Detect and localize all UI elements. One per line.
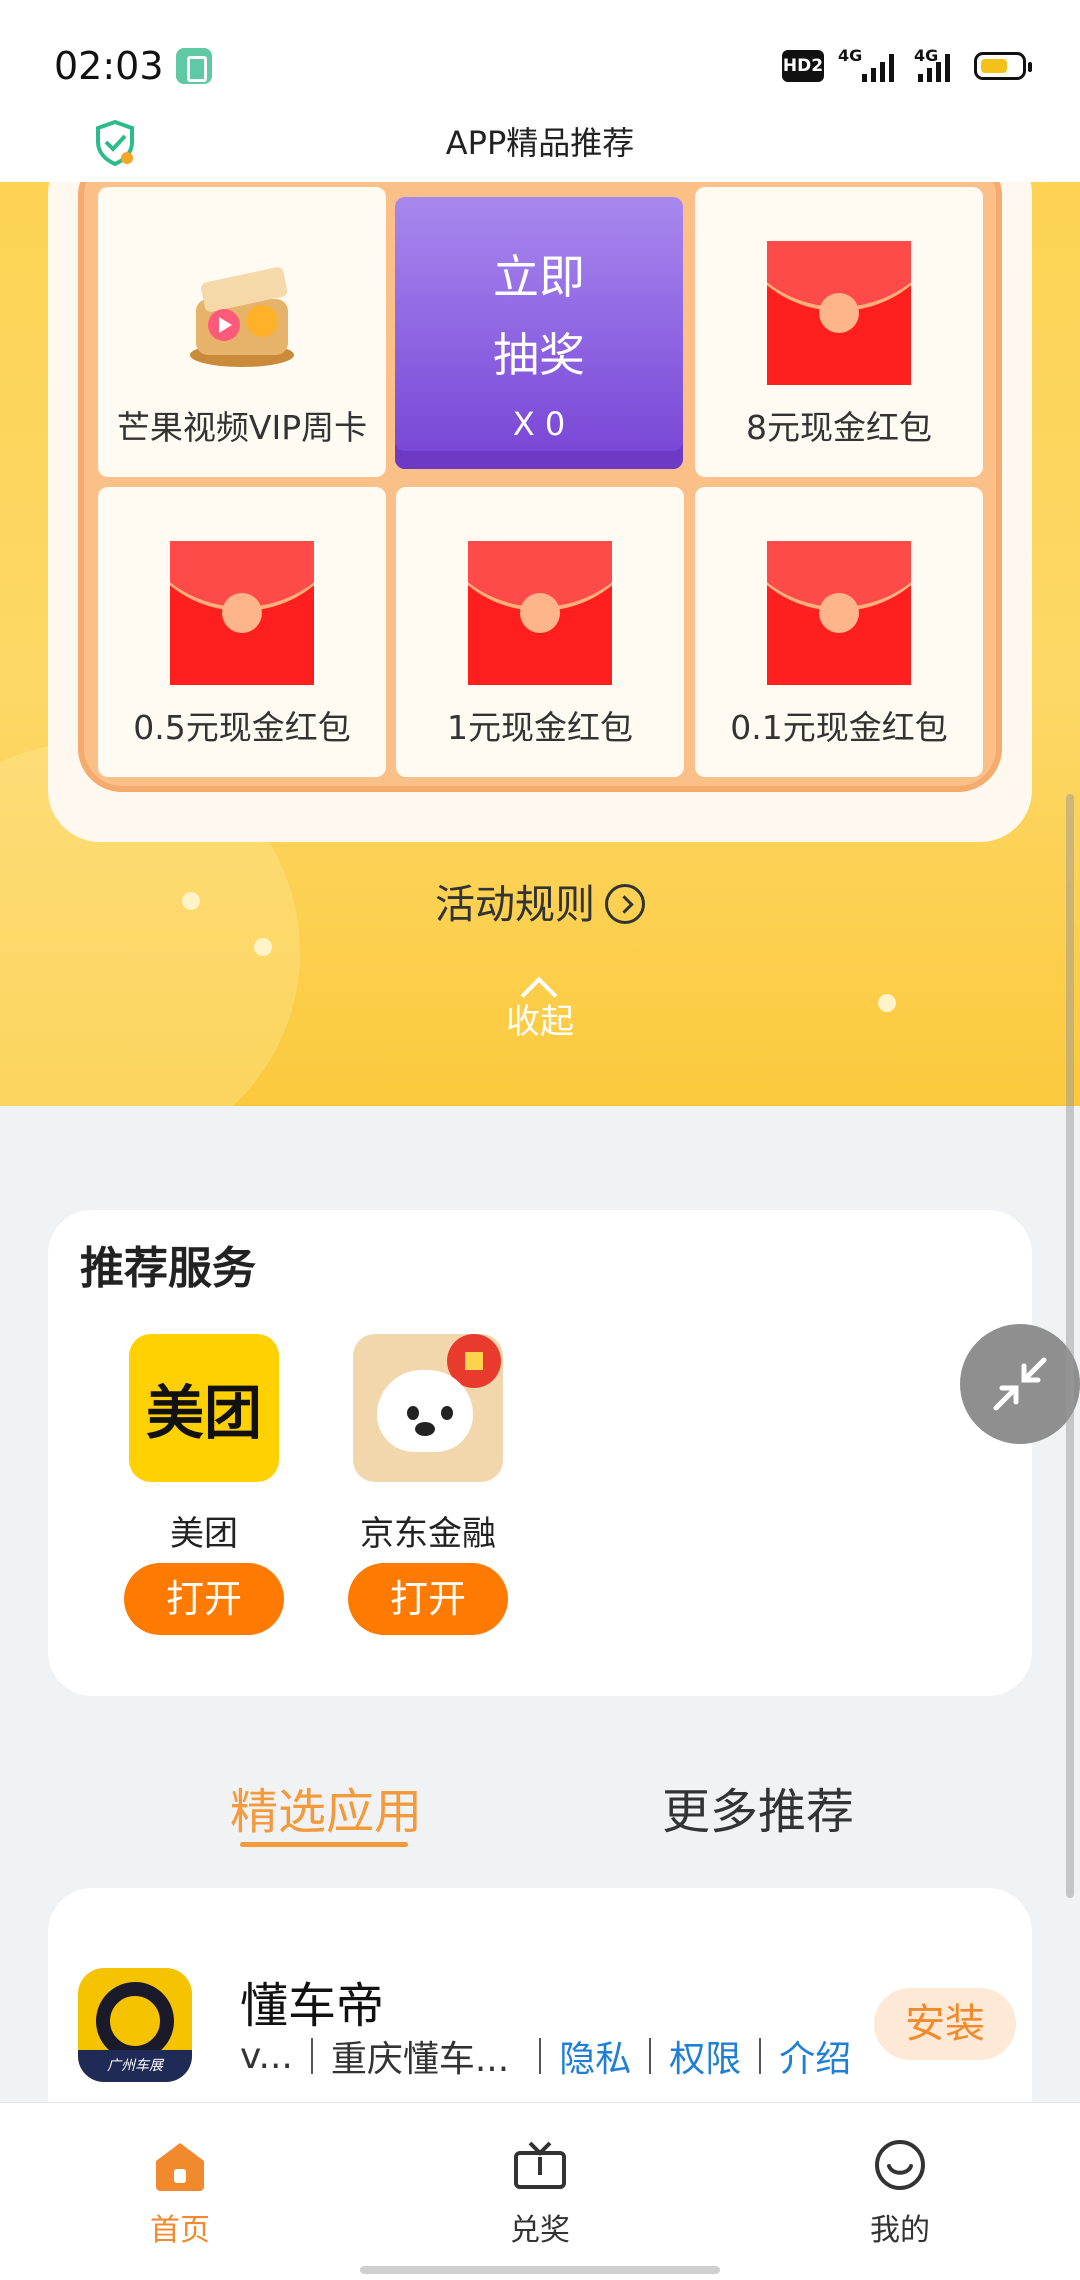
prize-cell-8yuan: 8元现金红包 <box>695 187 983 477</box>
scrollbar[interactable] <box>1066 794 1074 1898</box>
dongchedi-app-icon: 广州车展 <box>78 1968 192 2082</box>
chevron-right-circle-icon <box>605 884 645 924</box>
prize-cell-mango-vip: 芒果视频VIP周卡 <box>98 187 386 477</box>
nav-home[interactable]: 首页 <box>120 2139 240 2249</box>
meituan-app-icon[interactable]: 美团 <box>129 1334 279 1482</box>
app-developer: 重庆懂车... <box>330 2039 510 2080</box>
page-title: APP精品推荐 <box>445 124 635 162</box>
jd-finance-app-icon[interactable] <box>353 1334 503 1482</box>
floating-minimize-button[interactable] <box>960 1324 1080 1444</box>
prize-label: 1元现金红包 <box>447 708 633 747</box>
install-button[interactable]: 安装 <box>874 1988 1016 2060</box>
lottery-section: 芒果视频VIP周卡 立即 抽奖 X 0 8元现金红包 0.5元现金红包 1元现金… <box>0 182 1080 1106</box>
red-packet-icon <box>767 241 911 385</box>
services-title: 推荐服务 <box>80 1243 256 1294</box>
nav-mine-label: 我的 <box>870 2213 930 2248</box>
prize-label: 0.5元现金红包 <box>133 708 351 747</box>
tv-gift-icon <box>514 2141 566 2189</box>
service-meituan: 美团 美团 打开 <box>124 1334 284 1635</box>
red-packet-icon <box>170 541 314 685</box>
activity-rules-label: 活动规则 <box>435 882 595 928</box>
permissions-link[interactable]: 权限 <box>669 2030 741 2082</box>
tab-more-recommendations[interactable]: 更多推荐 <box>662 1772 854 1842</box>
prize-cell-0-5yuan: 0.5元现金红包 <box>98 487 386 777</box>
nav-redeem-label: 兑奖 <box>510 2213 570 2248</box>
intro-link[interactable]: 介绍 <box>779 2030 851 2082</box>
red-packet-icon <box>767 541 911 685</box>
activity-rules-link[interactable]: 活动规则 <box>0 872 1080 930</box>
draw-label-line2: 抽奖 <box>493 328 585 382</box>
nav-redeem[interactable]: 兑奖 <box>480 2139 600 2249</box>
decor-dot <box>254 938 272 956</box>
draw-label-line1: 立即 <box>493 250 585 304</box>
prize-label: 8元现金红包 <box>746 408 932 447</box>
service-name: 京东金融 <box>360 1514 496 1554</box>
privacy-link[interactable]: 隐私 <box>559 2030 631 2082</box>
notification-app-icon <box>176 48 212 84</box>
prize-cell-1yuan: 1元现金红包 <box>396 487 684 777</box>
nav-home-label: 首页 <box>150 2213 210 2248</box>
gesture-home-bar[interactable] <box>360 2266 720 2274</box>
smiley-profile-icon <box>875 2140 925 2190</box>
tab-active-indicator <box>240 1842 408 1847</box>
minimize-arrows-icon <box>993 1357 1047 1411</box>
app-name: 懂车帝 <box>240 1978 385 2034</box>
collapse-button[interactable]: 收起 <box>0 994 1080 1043</box>
service-jd-finance: 京东金融 打开 <box>348 1334 508 1635</box>
signal-label-1: 4G <box>838 46 863 65</box>
open-meituan-button[interactable]: 打开 <box>124 1563 284 1635</box>
status-bar: 02:03 HD2 4G 4G <box>0 0 1080 110</box>
red-packet-icon <box>468 541 612 685</box>
app-version: v... <box>240 2035 293 2077</box>
open-jd-finance-button[interactable]: 打开 <box>348 1563 508 1635</box>
status-time: 02:03 <box>54 44 164 88</box>
signal-bars-2-icon <box>918 54 950 82</box>
prize-cell-0-1yuan: 0.1元现金红包 <box>695 487 983 777</box>
hd-badge: HD2 <box>782 50 824 82</box>
signal-bars-1-icon <box>862 54 894 82</box>
app-list-item[interactable]: 广州车展 懂车帝 v... 重庆懂车... 隐私 权限 介绍 安装 <box>48 1888 1032 2108</box>
app-meta-row: v... 重庆懂车... 隐私 权限 介绍 <box>240 2030 851 2082</box>
mango-vip-ticket-icon <box>190 267 294 367</box>
bottom-nav: 首页 兑奖 我的 <box>0 2102 1080 2280</box>
service-name: 美团 <box>170 1514 238 1554</box>
recommended-services-card: 推荐服务 美团 美团 打开 京东金融 打开 <box>48 1210 1032 1696</box>
nav-mine[interactable]: 我的 <box>840 2139 960 2249</box>
draw-button[interactable]: 立即 抽奖 X 0 <box>395 197 683 469</box>
draw-count: X 0 <box>512 405 566 443</box>
battery-icon <box>974 52 1032 80</box>
prize-label: 芒果视频VIP周卡 <box>116 408 368 447</box>
tab-featured-apps[interactable]: 精选应用 <box>230 1772 422 1842</box>
prize-label: 0.1元现金红包 <box>730 708 948 747</box>
home-icon <box>156 2143 204 2191</box>
